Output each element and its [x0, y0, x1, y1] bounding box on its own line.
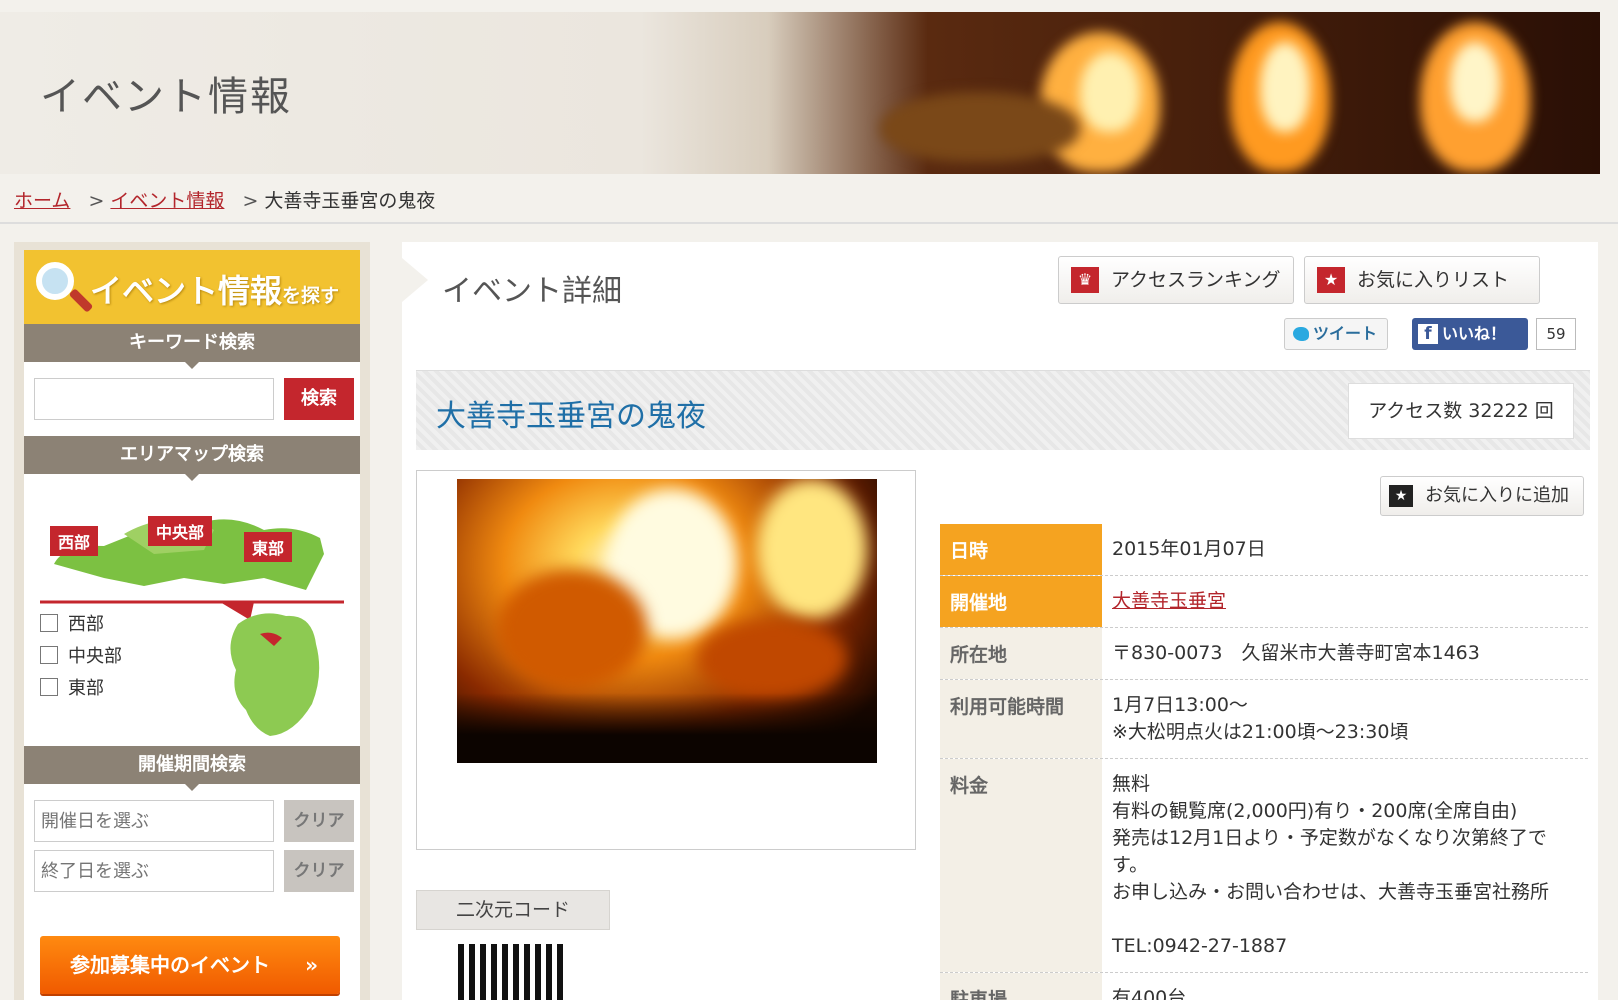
tweet-label: ツイート — [1313, 324, 1378, 343]
facebook-icon: f — [1418, 324, 1438, 344]
divider — [0, 222, 1618, 224]
detail-value: 1月7日13:00～ ※大松明点火は21:00頃～23:30頃 — [1102, 680, 1588, 758]
search-button[interactable]: 検索 — [284, 378, 354, 420]
qr-code — [458, 944, 568, 1000]
detail-row-date: 日時 2015年01月07日 — [940, 524, 1588, 576]
detail-line: 1月7日13:00～ — [1112, 694, 1248, 716]
checkbox-box[interactable] — [40, 678, 58, 696]
clear-end-button[interactable]: クリア — [284, 850, 354, 892]
map-label-east[interactable]: 東部 — [244, 532, 293, 562]
page-title: イベント情報 — [40, 74, 292, 120]
breadcrumb-home-link[interactable]: ホーム — [14, 190, 70, 212]
end-date-input[interactable] — [34, 850, 274, 892]
detail-line: ※大松明点火は21:00頃～23:30頃 — [1112, 721, 1409, 743]
sidebar-title: イベント情報を探す — [90, 266, 339, 312]
clear-start-button[interactable]: クリア — [284, 800, 354, 842]
area-map-header: エリアマップ検索 — [24, 436, 360, 481]
access-count: アクセス数 32222 回 — [1348, 383, 1574, 439]
breadcrumb-events-link[interactable]: イベント情報 — [110, 190, 224, 212]
map-label-west[interactable]: 西部 — [50, 526, 99, 556]
recruiting-events-label: 参加募集中のイベント — [70, 953, 270, 977]
checkbox-east[interactable]: 東部 — [40, 674, 104, 700]
sidebar-title-main: イベント情報 — [90, 272, 283, 310]
breadcrumb-separator: > — [242, 190, 259, 212]
detail-value: 2015年01月07日 — [1112, 538, 1266, 560]
breadcrumb-separator: > — [88, 190, 105, 212]
detail-line: 有料の観覧席(2,000円)有り・200席(全席自由) — [1112, 800, 1518, 822]
detail-line: 無料 — [1112, 773, 1151, 795]
qr-code-label: 二次元コード — [416, 890, 610, 930]
sidebar: イベント情報を探す キーワード検索 検索 エリアマップ検索 西部 中央部 東部 … — [14, 242, 370, 1000]
magnifier-icon — [36, 262, 74, 300]
crowd-silhouette — [457, 693, 877, 763]
detail-row-fee: 料金 無料 有料の観覧席(2,000円)有り・200席(全席自由) 発売は12月… — [940, 759, 1588, 973]
checkbox-label: 中央部 — [68, 646, 122, 667]
detail-key: 料金 — [940, 759, 1102, 972]
breadcrumb-current: 大善寺玉垂宮の鬼夜 — [264, 190, 436, 212]
detail-key: 所在地 — [940, 628, 1102, 679]
recruiting-events-button[interactable]: 参加募集中のイベント » — [40, 936, 340, 994]
detail-value: 有400台 — [1112, 987, 1187, 1000]
section-notch — [402, 258, 428, 302]
detail-key: 日時 — [940, 524, 1102, 575]
breadcrumb: ホーム > イベント情報 > 大善寺玉垂宮の鬼夜 — [14, 186, 435, 213]
keyword-search-input[interactable] — [34, 378, 274, 420]
keyword-search-header: キーワード検索 — [24, 324, 360, 369]
detail-key: 利用可能時間 — [940, 680, 1102, 758]
facebook-like-button[interactable]: f いいね！ — [1412, 318, 1528, 350]
detail-line: お申し込み・お問い合わせは、大善寺玉垂宮社務所 — [1112, 881, 1550, 903]
detail-key: 駐車場 — [940, 973, 1102, 1000]
like-label: いいね！ — [1442, 324, 1507, 343]
detail-row-hours: 利用可能時間 1月7日13:00～ ※大松明点火は21:00頃～23:30頃 — [940, 680, 1588, 759]
crown-icon: ♛ — [1071, 267, 1099, 293]
header-banner: イベント情報 — [0, 12, 1600, 174]
period-search-header: 開催期間検索 — [24, 746, 360, 791]
checkbox-box[interactable] — [40, 614, 58, 632]
checkbox-box[interactable] — [40, 646, 58, 664]
star-icon: ★ — [1389, 485, 1413, 507]
favorites-list-label: お気に入りリスト — [1357, 269, 1510, 291]
detail-value: 〒830-0073 久留米市大善寺町宮本1463 — [1112, 642, 1480, 664]
double-chevron-icon: » — [305, 953, 318, 977]
sidebar-header: イベント情報を探す — [24, 250, 360, 324]
main-panel: イベント詳細 ♛ アクセスランキング ★ お気に入りリスト ツイート f いいね… — [402, 242, 1598, 1000]
detail-value: 無料 有料の観覧席(2,000円)有り・200席(全席自由) 発売は12月1日よ… — [1102, 759, 1588, 972]
checkbox-west[interactable]: 西部 — [40, 610, 104, 636]
detail-row-venue: 開催地 大善寺玉垂宮 — [940, 576, 1588, 628]
area-map: 西部 中央部 東部 西部 中央部 東部 — [24, 474, 360, 746]
event-details-table: 日時 2015年01月07日 開催地 大善寺玉垂宮 所在地 〒830-0073 … — [940, 524, 1588, 1000]
access-ranking-button[interactable]: ♛ アクセスランキング — [1058, 256, 1294, 304]
access-ranking-label: アクセスランキング — [1111, 269, 1281, 291]
detail-value: 大善寺玉垂宮 — [1102, 576, 1588, 627]
add-favorite-label: お気に入りに追加 — [1425, 485, 1569, 506]
detail-line-blank — [1112, 906, 1578, 933]
twitter-bird-icon — [1293, 327, 1309, 341]
detail-row-address: 所在地 〒830-0073 久留米市大善寺町宮本1463 — [940, 628, 1588, 680]
like-count: 59 — [1536, 318, 1576, 350]
section-title: イベント詳細 — [442, 274, 622, 309]
venue-link[interactable]: 大善寺玉垂宮 — [1112, 590, 1226, 612]
start-date-input[interactable] — [34, 800, 274, 842]
detail-key: 開催地 — [940, 576, 1102, 627]
detail-line: TEL:0942-27-1887 — [1112, 935, 1288, 957]
event-photo — [457, 479, 877, 763]
star-icon: ★ — [1317, 267, 1345, 293]
checkbox-central[interactable]: 中央部 — [40, 642, 122, 668]
sidebar-title-small: を探す — [282, 285, 340, 307]
favorites-list-button[interactable]: ★ お気に入りリスト — [1304, 256, 1540, 304]
event-photo-frame — [416, 470, 916, 850]
checkbox-label: 東部 — [68, 678, 104, 699]
event-title: 大善寺玉垂宮の鬼夜 — [436, 399, 706, 434]
detail-row-parking: 駐車場 有400台 — [940, 973, 1588, 1000]
map-label-central[interactable]: 中央部 — [148, 516, 213, 546]
event-title-band: 大善寺玉垂宮の鬼夜 アクセス数 32222 回 — [416, 370, 1590, 450]
checkbox-label: 西部 — [68, 614, 104, 635]
detail-line: 発売は12月1日より・予定数がなくなり次第終了です。 — [1112, 827, 1547, 876]
tweet-button[interactable]: ツイート — [1284, 318, 1388, 350]
add-favorite-button[interactable]: ★ お気に入りに追加 — [1380, 476, 1584, 516]
